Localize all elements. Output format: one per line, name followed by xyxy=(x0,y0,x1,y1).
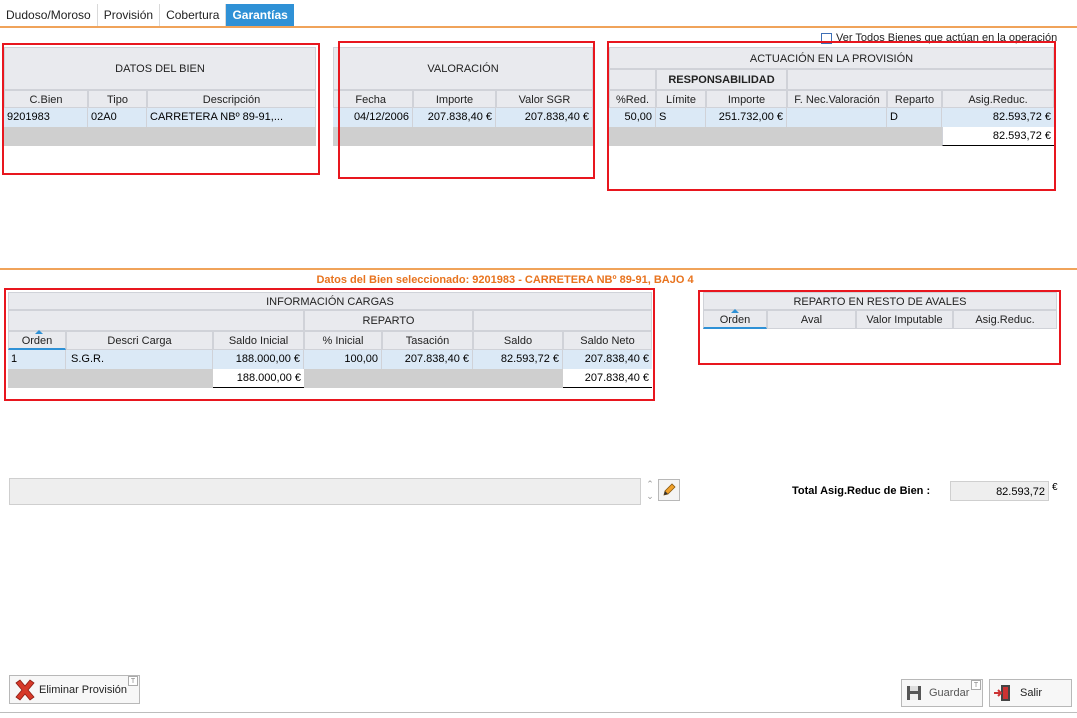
highlight-box xyxy=(4,288,655,401)
chevron-down-icon[interactable]: ⌄ xyxy=(644,490,656,502)
observaciones-input[interactable] xyxy=(9,478,641,505)
highlight-box xyxy=(338,41,595,179)
total-asig-value: 82.593,72 xyxy=(950,481,1049,501)
exit-door-icon xyxy=(994,685,1010,701)
pencil-icon xyxy=(663,483,676,496)
total-asig-label: Total Asig.Reduc de Bien : xyxy=(792,485,931,497)
tab-dudoso-moroso[interactable]: Dudoso/Moroso xyxy=(0,4,98,26)
tab-garantias[interactable]: Garantías xyxy=(226,4,294,26)
bottom-border xyxy=(0,712,1077,713)
shortcut-marker: T xyxy=(128,676,138,686)
guardar-label: Guardar xyxy=(929,687,970,699)
section-separator xyxy=(0,268,1077,270)
highlight-box xyxy=(698,290,1061,365)
currency-symbol: € xyxy=(1052,482,1058,493)
highlight-box xyxy=(2,43,320,175)
tab-cobertura[interactable]: Cobertura xyxy=(160,4,227,26)
save-disk-icon xyxy=(907,686,921,700)
eliminar-provision-button[interactable]: Eliminar Provisión xyxy=(9,675,140,704)
tab-underline xyxy=(0,26,1077,28)
selected-bien-label: Datos del Bien seleccionado: 9201983 - C… xyxy=(316,274,694,286)
tab-bar: Dudoso/Moroso Provisión Cobertura Garant… xyxy=(0,4,294,26)
shortcut-marker: T xyxy=(971,680,981,690)
chevron-up-icon[interactable]: ⌃ xyxy=(644,478,656,490)
salir-button[interactable]: Salir xyxy=(989,679,1072,707)
delete-x-icon xyxy=(15,678,35,701)
highlight-box xyxy=(607,41,1056,191)
eliminar-label: Eliminar Provisión xyxy=(39,683,128,696)
salir-label: Salir xyxy=(1020,687,1043,699)
tab-provision[interactable]: Provisión xyxy=(97,4,161,26)
edit-button[interactable] xyxy=(658,479,680,501)
scroll-spinner[interactable]: ⌃ ⌄ xyxy=(644,478,656,505)
